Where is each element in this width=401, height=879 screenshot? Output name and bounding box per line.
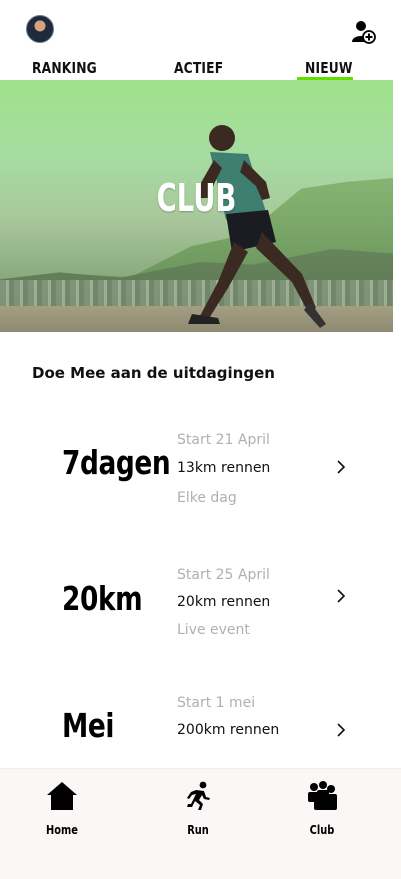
- nav-run[interactable]: Run: [168, 781, 228, 837]
- hero-banner[interactable]: CLUB: [0, 80, 393, 332]
- challenge-start: Start 1 mei: [177, 695, 256, 711]
- chevron-right-icon[interactable]: [334, 589, 348, 603]
- tab-ranking[interactable]: RANKING: [32, 56, 97, 80]
- section-heading: Doe Mee aan de uitdagingen: [32, 364, 275, 382]
- add-user-icon[interactable]: [352, 20, 376, 44]
- challenge-title: 7dagen: [62, 443, 171, 482]
- challenge-title: 20km: [62, 579, 143, 618]
- challenge-start: Start 25 April: [177, 567, 270, 583]
- nav-home[interactable]: Home: [32, 781, 92, 837]
- nav-club[interactable]: Club: [292, 781, 352, 837]
- challenge-start: Start 21 April: [177, 432, 270, 448]
- avatar[interactable]: [26, 15, 54, 43]
- challenge-card[interactable]: 20km Start 25 April 20km rennen Live eve…: [0, 560, 401, 650]
- bottom-nav: Home Run Club: [0, 768, 401, 879]
- challenge-distance: 13km rennen: [177, 460, 271, 476]
- challenge-distance: 20km rennen: [177, 594, 271, 610]
- challenge-card[interactable]: Mei Start 1 mei 200km rennen: [0, 688, 401, 778]
- challenge-distance: 200km rennen: [177, 722, 280, 738]
- challenge-note: Elke dag: [177, 490, 237, 506]
- nav-run-label: Run: [187, 823, 209, 837]
- challenge-note: Live event: [177, 622, 250, 638]
- tab-actief[interactable]: ACTIEF: [174, 56, 223, 80]
- chevron-right-icon[interactable]: [334, 460, 348, 474]
- run-icon: [187, 781, 210, 810]
- nav-club-label: Club: [309, 823, 335, 837]
- hero-title: CLUB: [156, 176, 237, 220]
- challenge-card[interactable]: 7dagen Start 21 April 13km rennen Elke d…: [0, 425, 401, 515]
- home-icon: [47, 782, 77, 810]
- nav-home-label: Home: [46, 823, 78, 837]
- club-icon: [308, 781, 337, 810]
- challenge-title: Mei: [62, 706, 115, 745]
- chevron-right-icon[interactable]: [334, 723, 348, 737]
